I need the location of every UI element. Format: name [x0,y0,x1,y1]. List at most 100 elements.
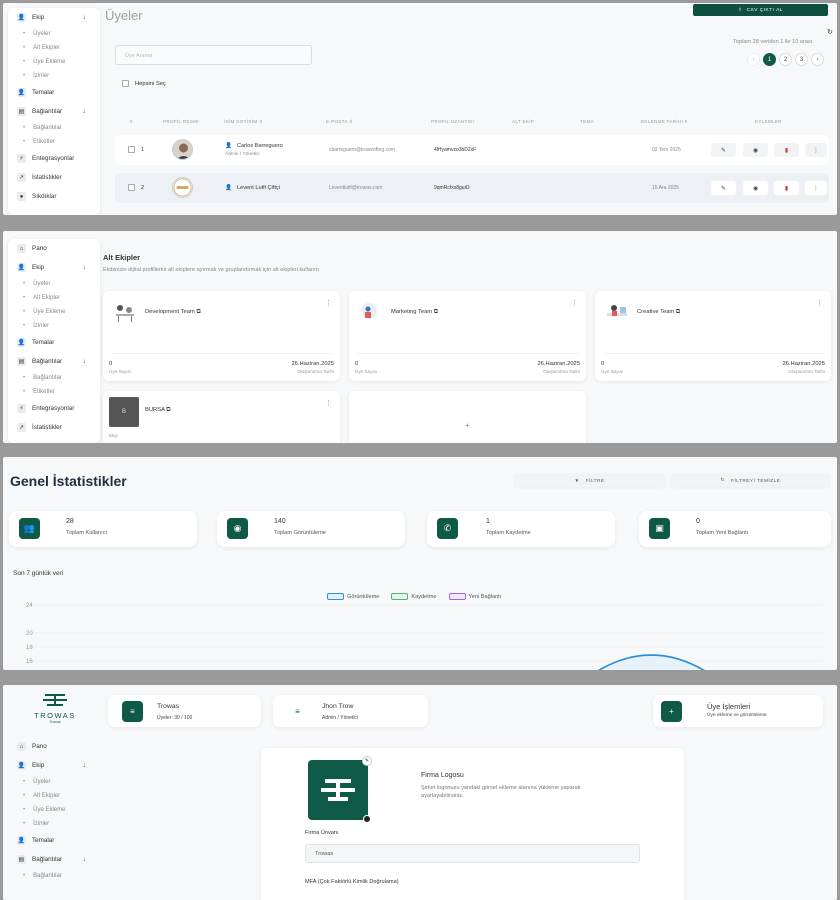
prev-page-button[interactable]: ‹ [747,53,760,66]
phone-add-icon: ✆ [437,518,458,539]
member-ops-card[interactable]: + Üye İşlemleri Üye ekleme ve görüntülem… [653,695,823,727]
sidebar-subitem-add-member[interactable]: Üye Ekleme [8,305,100,319]
member-search-input[interactable]: Üye Arama [115,45,312,65]
y-tick-label: 18 [26,645,33,651]
col-slug: PROFİL UZANTISI [431,119,475,124]
trowas-logo-icon [321,779,355,801]
clear-filter-button[interactable]: ↻ FİLTREYİ TEMİZLE [671,473,830,487]
more-button[interactable]: ⋮ [805,143,827,157]
subteam-card[interactable]: Development Team ⧉ ⋮ 0 Üye Sayısı 26.Haz… [103,291,340,381]
sidebar-item-home[interactable]: ⌂ Pano [8,239,100,258]
sidebar-item-label: Bağlantılar [32,108,63,115]
sidebar-item-team[interactable]: 👤 Ekip ↓ [8,8,100,27]
edit-logo-icon[interactable]: ✎ [362,756,372,766]
subteam-name[interactable]: Development Team ⧉ [145,309,201,316]
sidebar-item-themes[interactable]: 👤 Temalar [8,831,100,850]
account-card[interactable]: ≡ Jhon Trow Admin / Yönetici [273,695,428,727]
filter-button[interactable]: ▼ FİLTRE [514,473,665,487]
sidebar-item-questions[interactable]: ● Sıkdıklar [8,187,100,206]
sidebar-item-integrations[interactable]: ⚡ Entegrasyonlar [8,399,100,418]
sidebar-subitem-connections[interactable]: Bağlantılar [8,371,100,385]
delete-logo-icon[interactable] [363,815,371,823]
more-icon[interactable]: ⋮ [816,299,823,307]
sidebar-subitem-permissions[interactable]: İzinler [8,319,100,333]
company-name-input[interactable]: Trowas [305,844,640,863]
col-email[interactable]: E-POSTA ⇕ [326,119,353,125]
logo-description: Şirket logonuzu yandaki görsel ekleme al… [421,785,581,799]
sidebar-item-team[interactable]: 👤 Ekip ↓ [8,756,100,775]
stat-card-views: ◉ 140 Toplam Görüntüleme [217,511,405,547]
sidebar-item-statistics[interactable]: ↗ İstatistikler [8,168,100,187]
sidebar-subitem-subteams[interactable]: Alt Ekipler [8,41,100,55]
member-count: 0 [109,361,113,367]
sidebar-subitem-subteams[interactable]: Alt Ekipler [8,789,100,803]
delete-button[interactable]: ▮ [774,181,799,195]
subteam-name[interactable]: Creative Team ⧉ [637,309,680,316]
sidebar-item-label: Sıkdıklar [32,193,57,200]
sidebar-subitem-members[interactable]: Üyeler [8,277,100,291]
more-icon[interactable]: ⋮ [571,299,578,307]
page-1-button[interactable]: 1 [763,53,776,66]
csv-export-label: CSV ÇIKTI AL [746,7,783,13]
member-count: 0 [601,361,605,367]
company-settings-form: ✎ Firma Logosu Şirket logonuzu yandaki g… [261,748,684,900]
sidebar-item-home[interactable]: ⌂ Pano [8,737,100,756]
team-illustration-icon [607,305,627,316]
csv-export-button[interactable]: ⇪ CSV ÇIKTI AL [693,4,828,16]
edit-button[interactable]: ✎ [711,181,736,195]
sidebar-subitem-members[interactable]: Üyeler [8,27,100,41]
subteam-name[interactable]: Marketing Team ⧉ [391,309,438,316]
brand-logo[interactable]: TROWAS Trowas [25,693,85,724]
subteam-name[interactable]: BURSA ⧉ [145,407,170,414]
sidebar-item-team[interactable]: 👤 Ekip ↓ [8,258,100,277]
sidebar-subitem-subteams[interactable]: Alt Ekipler [8,291,100,305]
refresh-icon[interactable]: ↻ [827,28,833,36]
company-name-label: Firma Ünvanı [305,830,339,836]
more-button[interactable]: ⋮ [805,181,827,195]
sidebar-subitem-connections[interactable]: Bağlantılar [8,869,100,883]
edit-button[interactable]: ✎ [711,143,736,157]
arrow-down-icon: ↓ [82,264,87,271]
edit-icon: ✎ [720,185,727,192]
select-all-checkbox[interactable] [122,80,129,87]
add-user-icon: + [661,701,682,722]
view-button[interactable]: ◉ [743,143,768,157]
sidebar-item-statistics[interactable]: ↗ İstatistikler [8,418,100,437]
row-checkbox[interactable] [128,146,135,153]
company-logo-upload[interactable]: ✎ [308,756,372,823]
sidebar-subitem-add-member[interactable]: Üye Ekleme [8,803,100,817]
member-quota: Üyeler: 30 / 100 [157,715,193,721]
subteam-card[interactable]: Creative Team ⧉ ⋮ 0 Üye Sayısı 26.Hazira… [595,291,831,381]
select-all[interactable]: Hepsini Seç [122,80,166,87]
subteam-card[interactable]: B BURSA ⧉ ⋮ Ekip [103,391,340,443]
sidebar-item-themes[interactable]: 👤 Temalar [8,333,100,352]
row-checkbox[interactable] [128,184,135,191]
sidebar-subitem-permissions[interactable]: İzinler [8,817,100,831]
sidebar-item-integrations[interactable]: ⚡ Entegrasyonlar [8,149,100,168]
stat-label: Toplam Kullanıcı [66,530,108,536]
sidebar-item-connections[interactable]: ▤ Bağlantılar ↓ [8,352,100,371]
sidebar-subitem-members[interactable]: Üyeler [8,775,100,789]
sidebar-subitem-add-member[interactable]: Üye Ekleme [8,55,100,69]
plus-icon: + [465,421,470,430]
delete-button[interactable]: ▮ [774,143,799,157]
sidebar-subitem-tags[interactable]: Etiketler [8,135,100,149]
col-date[interactable]: EKLENME TARİHİ ▾ [641,119,687,125]
page-2-button[interactable]: 2 [779,53,792,66]
sidebar-subitem-connections[interactable]: Bağlantılar [8,121,100,135]
add-subteam-card[interactable]: + [349,391,586,443]
col-name[interactable]: İSİM SOYİSİM ⇕ [224,119,263,125]
sidebar-item-connections[interactable]: ▤ Bağlantılar ↓ [8,850,100,869]
page-3-button[interactable]: 3 [795,53,808,66]
subteam-card[interactable]: Marketing Team ⧉ ⋮ 0 Üye Sayısı 26.Hazir… [349,291,586,381]
company-card[interactable]: ≡ Trowas Üyeler: 30 / 100 [108,695,261,727]
more-icon[interactable]: ⋮ [325,299,332,307]
member-email: Leventlutfi@trowas.com [329,185,383,191]
sidebar-subitem-tags[interactable]: Etiketler [8,385,100,399]
next-page-button[interactable]: › [811,53,824,66]
sidebar-subitem-permissions[interactable]: İzinler [8,69,100,83]
sidebar-item-themes[interactable]: 👤 Temalar [8,83,100,102]
sidebar-item-connections[interactable]: ▤ Bağlantılar ↓ [8,102,100,121]
more-icon[interactable]: ⋮ [325,399,332,407]
view-button[interactable]: ◉ [743,181,768,195]
